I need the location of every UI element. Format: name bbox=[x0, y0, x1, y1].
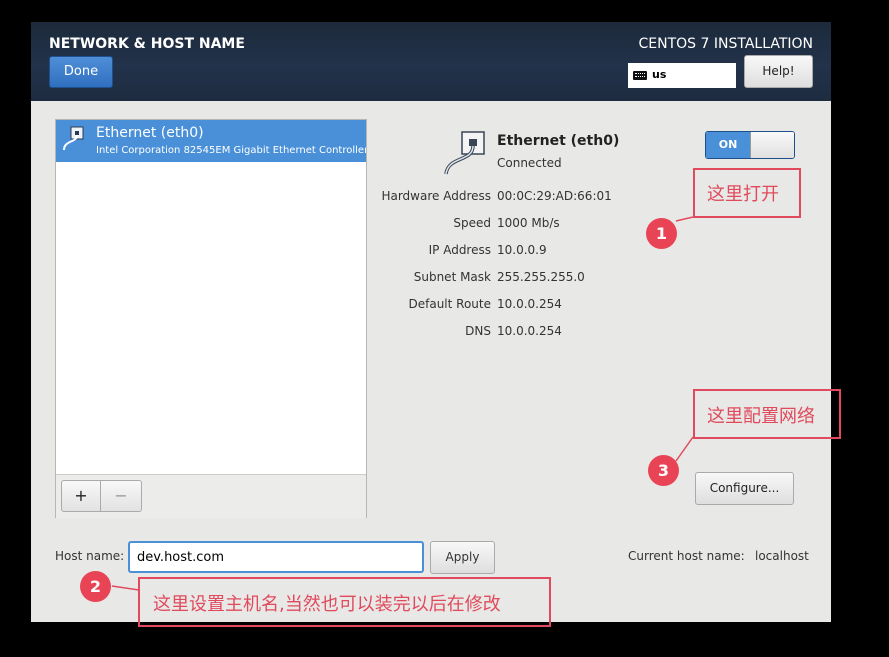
info-label: Default Route bbox=[408, 297, 492, 311]
annotation-badge-2: 2 bbox=[80, 571, 111, 602]
product-title: CENTOS 7 INSTALLATION bbox=[638, 36, 813, 52]
device-description: Intel Corporation 82545EM Gigabit Ethern… bbox=[96, 145, 366, 156]
info-label: IP Address bbox=[428, 243, 491, 257]
connection-status: Connected bbox=[497, 156, 562, 170]
info-value: 10.0.0.254 bbox=[497, 324, 562, 338]
add-device-button[interactable]: + bbox=[61, 480, 101, 512]
ethernet-icon bbox=[444, 131, 485, 175]
info-label: Subnet Mask bbox=[413, 270, 491, 284]
apply-button[interactable]: Apply bbox=[430, 541, 495, 574]
device-list-panel: Ethernet (eth0) Intel Corporation 82545E… bbox=[55, 119, 367, 518]
annotation-text: 这里设置主机名,当然也可以装完以后在修改 bbox=[153, 594, 501, 615]
annotation-callout-2: 这里设置主机名,当然也可以装完以后在修改 bbox=[138, 577, 551, 627]
configure-button[interactable]: Configure... bbox=[695, 472, 794, 505]
device-toolbar: + − bbox=[56, 474, 366, 518]
info-label: Hardware Address bbox=[381, 189, 491, 203]
connection-toggle[interactable]: ON bbox=[705, 131, 795, 159]
annotation-badge-3: 3 bbox=[648, 455, 679, 486]
help-button[interactable]: Help! bbox=[744, 55, 813, 88]
installer-window: NETWORK & HOST NAME Done CENTOS 7 INSTAL… bbox=[31, 22, 831, 622]
annotation-text: 这里配置网络 bbox=[707, 406, 815, 427]
current-hostname-value: localhost bbox=[755, 549, 809, 563]
keyboard-layout-label: us bbox=[652, 68, 667, 81]
info-value: 10.0.0.254 bbox=[497, 297, 562, 311]
connection-name: Ethernet (eth0) bbox=[497, 133, 620, 149]
header-bar: NETWORK & HOST NAME Done CENTOS 7 INSTAL… bbox=[31, 22, 831, 101]
info-value: 1000 Mb/s bbox=[497, 216, 560, 230]
info-label: Speed bbox=[453, 216, 491, 230]
done-button[interactable]: Done bbox=[49, 56, 113, 88]
annotation-callout-3: 这里配置网络 bbox=[693, 389, 841, 439]
info-value: 00:0C:29:AD:66:01 bbox=[497, 189, 612, 203]
device-list-item[interactable]: Ethernet (eth0) Intel Corporation 82545E… bbox=[56, 120, 366, 162]
remove-device-button[interactable]: − bbox=[101, 480, 142, 512]
info-value: 10.0.0.9 bbox=[497, 243, 547, 257]
hostname-label: Host name: bbox=[55, 549, 125, 563]
info-label: DNS bbox=[465, 324, 491, 338]
annotation-text: 这里打开 bbox=[707, 184, 779, 205]
annotation-badge-1: 1 bbox=[646, 218, 677, 249]
toggle-knob bbox=[750, 132, 794, 158]
hostname-input[interactable] bbox=[128, 541, 424, 573]
info-value: 255.255.255.0 bbox=[497, 270, 585, 284]
device-name: Ethernet (eth0) bbox=[96, 125, 204, 141]
keyboard-icon bbox=[633, 71, 647, 80]
page-title: NETWORK & HOST NAME bbox=[49, 36, 245, 52]
current-hostname-label: Current host name: bbox=[628, 549, 745, 563]
keyboard-layout-indicator[interactable]: us bbox=[628, 63, 736, 88]
annotation-callout-1: 这里打开 bbox=[693, 168, 801, 218]
ethernet-icon bbox=[63, 126, 84, 151]
toggle-on-label: ON bbox=[706, 132, 750, 158]
